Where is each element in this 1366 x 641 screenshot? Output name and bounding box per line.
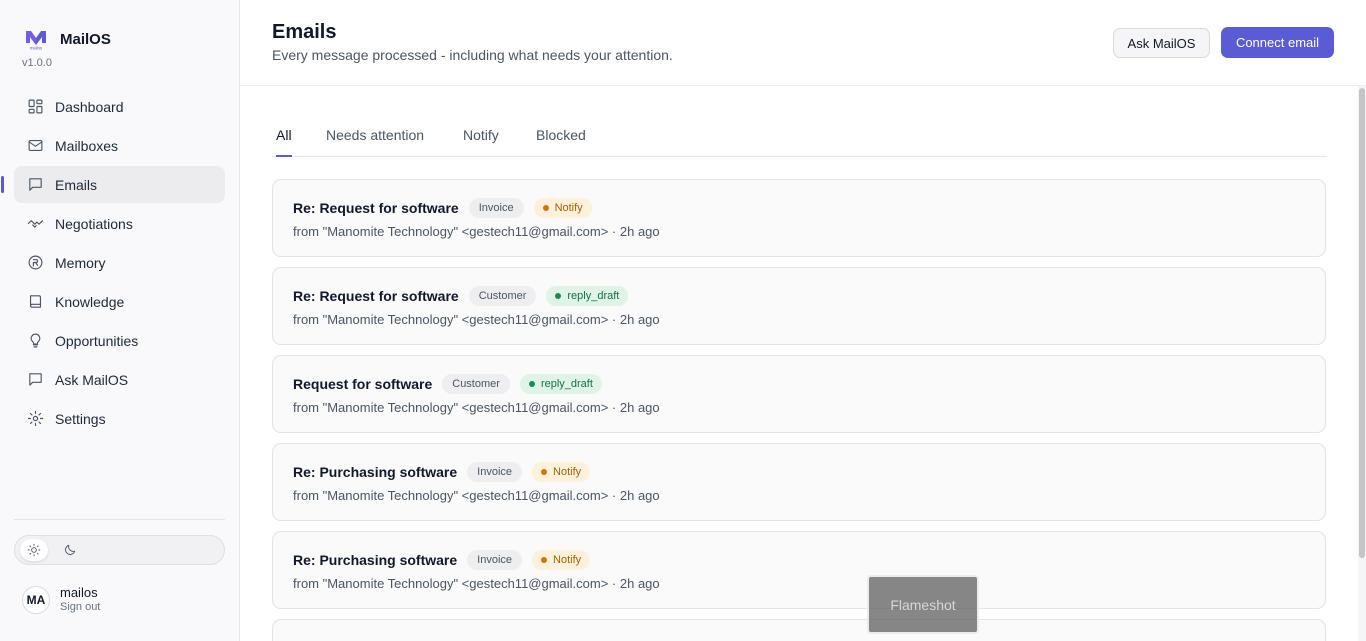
- category-tag: Customer: [442, 374, 510, 394]
- handshake-icon: [26, 215, 44, 233]
- sidebar-item-dashboard[interactable]: Dashboard: [14, 88, 225, 125]
- sidebar-item-label: Knowledge: [55, 293, 125, 310]
- sidebar-item-mailboxes[interactable]: Mailboxes: [14, 127, 225, 164]
- message-icon: [26, 371, 44, 389]
- sidebar-item-label: Mailboxes: [55, 137, 119, 154]
- tab-blocked[interactable]: Blocked: [536, 127, 586, 157]
- email-subject: Re: Purchasing software: [293, 552, 458, 568]
- mailos-logo-icon: mailos: [26, 31, 46, 51]
- connect-email-button[interactable]: Connect email: [1221, 27, 1334, 58]
- sidebar-item-opportunities[interactable]: Opportunities: [14, 322, 225, 359]
- user-name: mailos: [60, 585, 98, 600]
- logo-wordmark: mailos: [30, 46, 42, 51]
- mail-icon: [26, 137, 44, 155]
- status-badge: reply_draft: [519, 374, 602, 394]
- dashboard-grid-icon: [26, 98, 44, 116]
- sidebar-item-negotiations[interactable]: Negotiations: [14, 205, 225, 242]
- status-dot-icon: [555, 293, 562, 299]
- email-sender-meta: from "Manomite Technology" <gestech11@gm…: [293, 576, 660, 591]
- scrollbar[interactable]: [1358, 86, 1366, 641]
- ask-mailos-button[interactable]: Ask MailOS: [1113, 28, 1210, 58]
- dark-theme-button[interactable]: [56, 539, 84, 561]
- status-dot-icon: [542, 205, 549, 211]
- status-dot-icon: [541, 469, 548, 475]
- status-badge: Notify: [533, 198, 592, 218]
- email-row[interactable]: Request for software Customer reply_draf…: [272, 355, 1326, 433]
- main-content: Emails Every message processed - includi…: [240, 0, 1366, 641]
- sidebar: mailos MailOS v1.0.0 Dashboard Mailboxes…: [0, 0, 240, 641]
- email-sender-meta: from "Manomite Technology" <gestech11@gm…: [293, 224, 660, 239]
- sidebar-item-settings[interactable]: Settings: [14, 400, 225, 437]
- tab-notify[interactable]: Notify: [463, 127, 499, 157]
- sidebar-item-label: Ask MailOS: [55, 371, 129, 388]
- status-badge: Notify: [532, 550, 591, 570]
- page-title: Emails: [272, 21, 337, 43]
- sidebar-item-label: Dashboard: [55, 98, 124, 115]
- email-row[interactable]: Re: Purchasing software Invoice Notify f…: [272, 443, 1326, 521]
- email-list: Re: Request for software Invoice Notify …: [272, 179, 1326, 641]
- category-tag: Invoice: [467, 462, 523, 482]
- brain-icon: [26, 254, 44, 272]
- flameshot-overlay: Flameshot: [867, 575, 979, 634]
- message-square-icon: [26, 176, 44, 194]
- status-dot-icon: [528, 381, 535, 387]
- email-row[interactable]: Re: Request for software Customer reply_…: [272, 267, 1326, 345]
- sidebar-item-label: Emails: [55, 176, 98, 193]
- gear-icon: [26, 410, 44, 428]
- user-profile: MA mailos Sign out: [22, 585, 100, 614]
- category-tag: Invoice: [468, 198, 524, 218]
- email-subject: Re: Purchasing software: [293, 464, 458, 480]
- book-icon: [26, 293, 44, 311]
- moon-icon: [65, 544, 76, 555]
- sidebar-item-knowledge[interactable]: Knowledge: [14, 283, 225, 320]
- sidebar-item-label: Opportunities: [55, 332, 139, 349]
- brand[interactable]: mailos MailOS: [24, 28, 111, 50]
- sidebar-item-memory[interactable]: Memory: [14, 244, 225, 281]
- lightbulb-icon: [26, 332, 44, 350]
- sun-icon: [27, 543, 41, 557]
- sidebar-item-label: Negotiations: [55, 215, 133, 232]
- app-version: v1.0.0: [22, 57, 52, 69]
- email-row[interactable]: Re: Purchasing software Invoice Notify f…: [272, 531, 1326, 609]
- scrollbar-thumb[interactable]: [1359, 88, 1365, 558]
- light-theme-button[interactable]: [20, 539, 48, 561]
- email-row[interactable]: [272, 619, 1326, 641]
- theme-toggle: [14, 535, 225, 565]
- sidebar-item-ask-mailos[interactable]: Ask MailOS: [14, 361, 225, 398]
- sidebar-item-label: Memory: [55, 254, 106, 271]
- email-subject: Re: Request for software: [293, 288, 459, 304]
- email-filter-tabs: All Needs attention Notify Blocked: [272, 120, 1327, 157]
- email-sender-meta: from "Manomite Technology" <gestech11@gm…: [293, 488, 660, 503]
- email-subject: Re: Request for software: [293, 200, 459, 216]
- category-tag: Customer: [468, 286, 537, 306]
- email-row[interactable]: Re: Request for software Invoice Notify …: [272, 179, 1326, 257]
- tab-all[interactable]: All: [276, 127, 292, 157]
- page-header: Emails Every message processed - includi…: [240, 0, 1366, 86]
- page-subtitle: Every message processed - including what…: [272, 47, 673, 63]
- status-badge: reply_draft: [546, 286, 629, 306]
- category-tag: Invoice: [467, 550, 523, 570]
- status-dot-icon: [541, 557, 548, 563]
- sidebar-nav: Dashboard Mailboxes Emails Negotiations …: [1, 88, 225, 439]
- avatar[interactable]: MA: [22, 585, 50, 614]
- brand-name: MailOS: [60, 30, 111, 48]
- email-subject: Request for software: [293, 376, 433, 392]
- sign-out-link[interactable]: Sign out: [60, 600, 100, 614]
- email-sender-meta: from "Manomite Technology" <gestech11@gm…: [293, 400, 660, 415]
- status-badge: Notify: [532, 462, 591, 482]
- sidebar-item-label: Settings: [55, 410, 106, 427]
- email-sender-meta: from "Manomite Technology" <gestech11@gm…: [293, 312, 660, 327]
- sidebar-item-emails[interactable]: Emails: [1, 166, 225, 203]
- sidebar-divider: [14, 519, 225, 520]
- tab-needs-attention[interactable]: Needs attention: [326, 127, 424, 157]
